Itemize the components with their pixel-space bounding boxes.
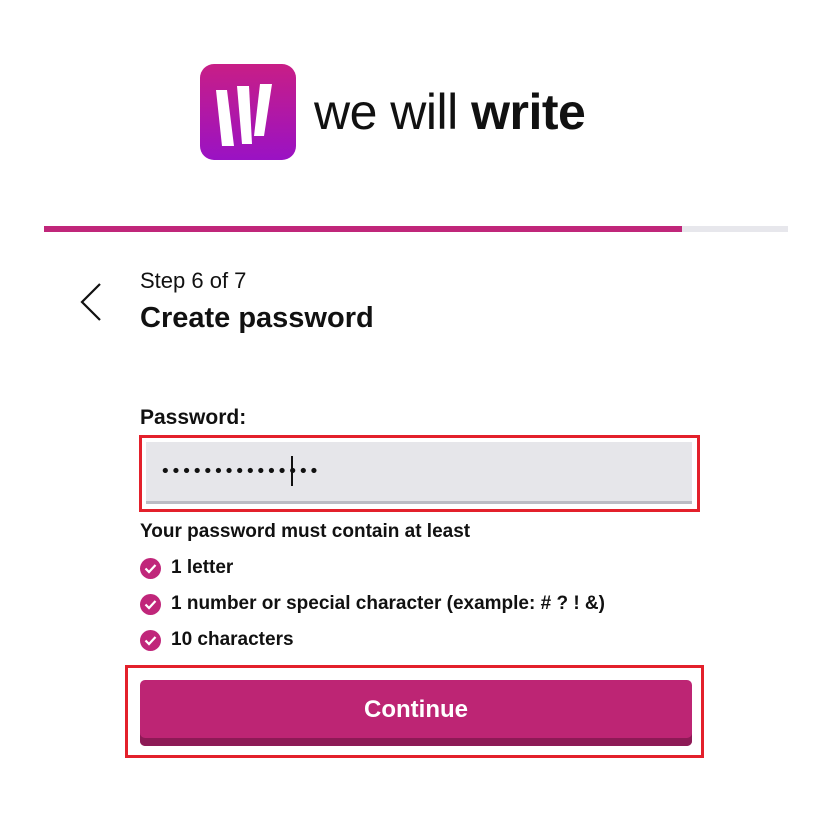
signup-page: we will write Step 6 of 7 Create passwor… [0,0,838,820]
password-rule-text: 10 characters [171,629,294,650]
brand-logo: we will write [200,64,586,160]
brand-wordmark-bold: write [471,84,586,140]
chevron-left-icon [80,283,101,321]
check-circle-icon [140,629,161,651]
page-title: Create password [140,302,374,334]
password-rule-text: 1 letter [171,557,234,578]
wewillwrite-logo-icon [200,64,296,160]
continue-button[interactable]: Continue [140,680,692,746]
signup-progress-fill [44,226,682,232]
password-rule-item: 10 characters [140,629,294,651]
signup-progress-bar [44,226,788,232]
password-label: Password: [140,406,247,429]
check-circle-icon [140,557,161,579]
brand-wordmark: we will write [314,84,586,140]
password-rule-item: 1 letter [140,557,233,579]
step-indicator: Step 6 of 7 [140,268,247,293]
back-button[interactable] [76,282,112,322]
password-rule-item: 1 number or special character (example: … [140,593,605,615]
password-input[interactable] [146,442,692,504]
password-rules-title: Your password must contain at least [140,521,471,542]
text-caret [291,456,293,486]
brand-wordmark-light: we will [314,84,472,140]
check-circle-icon [140,593,161,615]
password-rule-text: 1 number or special character (example: … [171,593,605,614]
